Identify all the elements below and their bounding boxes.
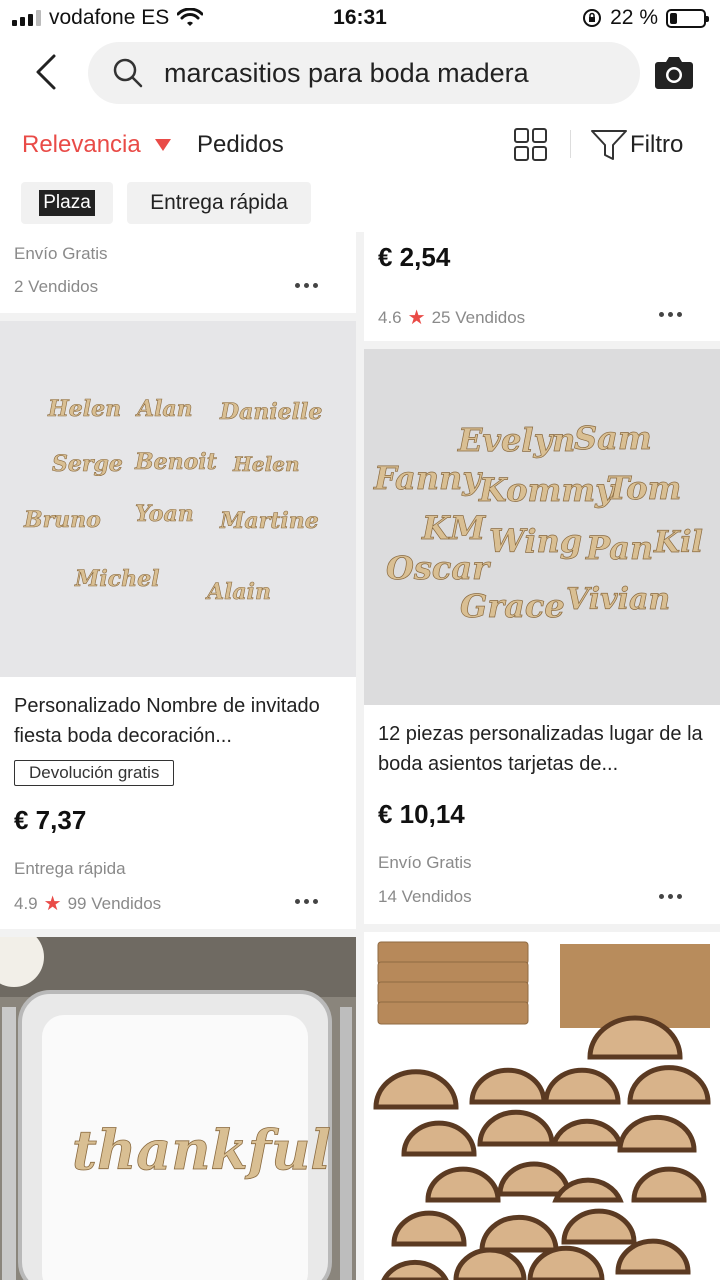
search-query[interactable]: marcasitios para boda madera bbox=[164, 58, 529, 89]
product-card[interactable]: thankful bbox=[0, 937, 356, 1280]
status-bar: vodafone ES 16:31 22 % bbox=[0, 0, 720, 36]
image-word: Fanny bbox=[373, 459, 483, 497]
more-options-icon[interactable] bbox=[295, 899, 318, 904]
search-header: marcasitios para boda madera bbox=[0, 36, 720, 112]
image-word: KM bbox=[421, 509, 487, 547]
image-word: Wing bbox=[489, 522, 582, 560]
image-word: Bruno bbox=[23, 507, 101, 533]
image-word: Martine bbox=[219, 508, 319, 534]
image-word: thankful bbox=[72, 1118, 331, 1182]
filter-chips: Plaza Entrega rápida bbox=[0, 178, 720, 232]
sort-relevance[interactable]: Relevancia bbox=[22, 131, 171, 159]
chip-plaza[interactable]: Plaza bbox=[21, 182, 113, 224]
product-title[interactable]: Personalizado Nombre de invitado fiesta … bbox=[14, 691, 344, 751]
product-rating: 4.9 ★ 99 Vendidos bbox=[14, 891, 161, 916]
battery-icon bbox=[666, 8, 709, 28]
product-card[interactable] bbox=[364, 932, 720, 1280]
battery-percent: 22 % bbox=[610, 6, 658, 29]
search-icon bbox=[113, 58, 143, 88]
product-image[interactable]: Helen Alan Danielle Serge Benoit Helen B… bbox=[0, 321, 356, 677]
product-rating: 4.6 ★ 25 Vendidos bbox=[378, 305, 525, 330]
more-options-icon[interactable] bbox=[659, 312, 682, 317]
product-price: € 2,54 bbox=[378, 242, 451, 272]
sort-relevance-label: Relevancia bbox=[22, 131, 141, 158]
product-card[interactable]: Helen Alan Danielle Serge Benoit Helen B… bbox=[0, 321, 356, 929]
image-word: Kil bbox=[653, 525, 703, 560]
dropdown-triangle-icon bbox=[154, 139, 171, 151]
image-word: Michel bbox=[74, 566, 159, 592]
sold-count: 25 Vendidos bbox=[431, 307, 526, 327]
more-options-icon[interactable] bbox=[295, 283, 318, 288]
divider bbox=[570, 130, 571, 158]
image-word: Evelyn bbox=[457, 421, 575, 459]
shipping-info: Entrega rápida bbox=[14, 859, 126, 878]
image-word: Kommy bbox=[478, 471, 616, 509]
product-image[interactable]: thankful bbox=[0, 937, 356, 1280]
product-image[interactable]: Evelyn Sam Fanny Kommy Tom KM Wing Pan K… bbox=[364, 349, 720, 705]
sold-count: 2 Vendidos bbox=[14, 277, 99, 296]
camera-icon[interactable] bbox=[654, 54, 694, 90]
sold-count: 14 Vendidos bbox=[378, 887, 472, 906]
image-word: Benoit bbox=[134, 449, 217, 475]
free-return-badge: Devolución gratis bbox=[14, 760, 175, 786]
rotation-lock-icon bbox=[583, 9, 602, 27]
image-word: Pan bbox=[585, 529, 653, 567]
chip-fast-delivery[interactable]: Entrega rápida bbox=[127, 182, 311, 224]
image-word: Yoan bbox=[135, 501, 194, 527]
image-word: Tom bbox=[606, 469, 681, 507]
image-word: Oscar bbox=[386, 549, 491, 587]
image-word: Alan bbox=[135, 396, 193, 422]
image-word: Alain bbox=[205, 579, 271, 605]
shipping-info: Envío Gratis bbox=[378, 853, 472, 872]
product-price: € 7,37 bbox=[14, 805, 87, 835]
image-word: Serge bbox=[52, 451, 123, 477]
filter-label: Filtro bbox=[630, 131, 684, 158]
product-price: € 10,14 bbox=[378, 799, 465, 829]
product-title[interactable]: 12 piezas personalizadas lugar de la bod… bbox=[378, 719, 708, 779]
image-word: Danielle bbox=[219, 399, 322, 425]
more-options-icon[interactable] bbox=[659, 894, 682, 899]
image-word: Helen bbox=[47, 396, 121, 422]
filter-button[interactable]: Filtro bbox=[590, 128, 683, 162]
shipping-info: Envío Gratis bbox=[14, 244, 108, 263]
rating-value: 4.6 bbox=[378, 307, 402, 327]
product-card[interactable]: € 2,54 4.6 ★ 25 Vendidos bbox=[364, 232, 720, 341]
grid-view-icon[interactable] bbox=[514, 128, 548, 162]
search-input[interactable]: marcasitios para boda madera bbox=[88, 42, 640, 104]
star-icon: ★ bbox=[43, 893, 62, 915]
product-card[interactable]: Evelyn Sam Fanny Kommy Tom KM Wing Pan K… bbox=[364, 349, 720, 924]
sort-orders[interactable]: Pedidos bbox=[197, 131, 284, 159]
sold-count: 99 Vendidos bbox=[67, 893, 162, 913]
chip-plaza-label: Plaza bbox=[39, 190, 95, 216]
product-card[interactable]: Envío Gratis 2 Vendidos bbox=[0, 232, 356, 313]
image-word: Vivian bbox=[566, 582, 670, 617]
sort-bar: Relevancia Pedidos Filtro bbox=[0, 112, 720, 178]
product-image[interactable] bbox=[364, 932, 720, 1280]
image-word: Helen bbox=[232, 452, 299, 476]
star-icon: ★ bbox=[407, 307, 426, 329]
filter-icon bbox=[591, 130, 627, 160]
rating-value: 4.9 bbox=[14, 893, 38, 913]
image-word: Grace bbox=[460, 587, 565, 625]
image-word: Sam bbox=[574, 419, 652, 457]
back-arrow-icon[interactable] bbox=[30, 52, 66, 92]
